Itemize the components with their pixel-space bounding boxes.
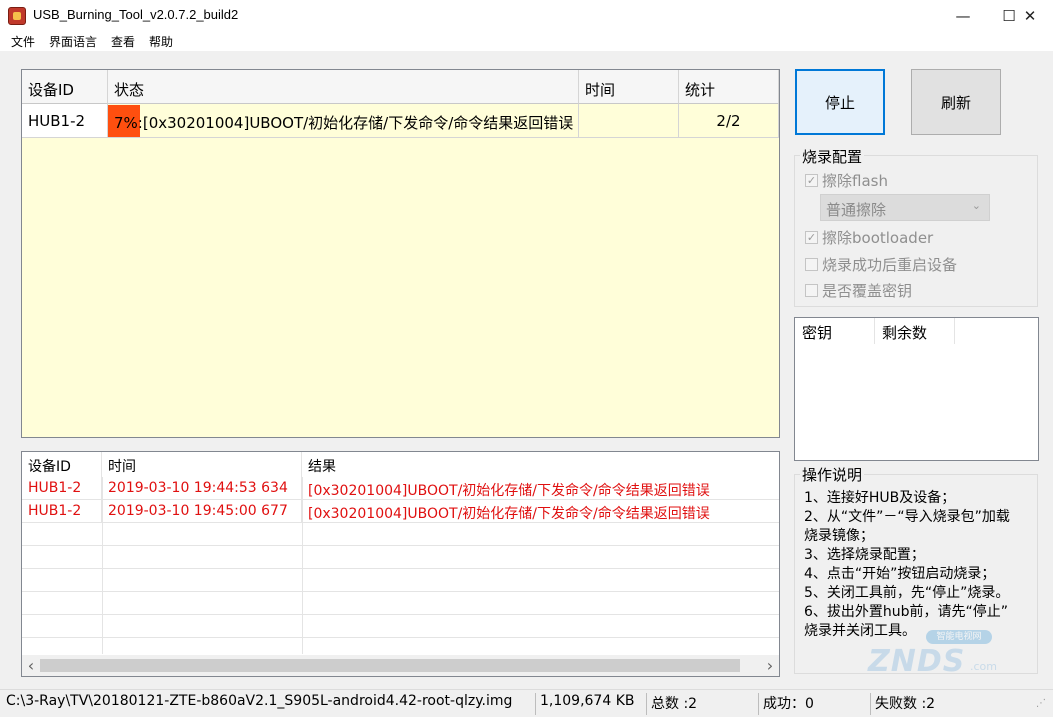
success-count: 成功：0	[763, 696, 814, 712]
checkbox-unchecked-icon	[805, 284, 818, 297]
watermark-logo: ZNDS	[868, 644, 966, 679]
horizontal-scrollbar[interactable]: ‹ ›	[22, 655, 779, 676]
burn-config-title: 烧录配置	[800, 146, 865, 167]
empty-row	[22, 615, 779, 638]
column-header-device-id[interactable]: 设备ID	[22, 70, 108, 104]
erase-flash-checkbox[interactable]: ✓ 擦除flash	[805, 170, 888, 191]
erase-flash-label: 擦除flash	[822, 172, 888, 190]
status-text: :[0x30201004]UBOOT/初始化存储/下发命令/命令结果返回错误	[137, 114, 574, 132]
key-column-header[interactable]: 密钥	[795, 318, 875, 344]
scroll-thumb[interactable]	[40, 659, 740, 672]
log-time: 2019-03-10 19:45:00 677	[102, 500, 302, 523]
instruction-line: 6、拔出外置hub前，请先“停止”	[804, 604, 1009, 620]
checkbox-checked-icon: ✓	[805, 174, 818, 187]
window-title: USB_Burning_Tool_v2.0.7.2_build2	[33, 7, 239, 22]
log-result: [0x30201004]UBOOT/初始化存储/下发命令/命令结果返回错误	[308, 506, 710, 522]
checkbox-unchecked-icon	[805, 258, 818, 271]
instructions-text: 1、连接好HUB及设备； 2、从“文件”－“导入烧录包”加载 烧录镜像； 3、选…	[804, 489, 1044, 641]
status-divider	[758, 693, 759, 715]
status-divider	[646, 693, 647, 715]
erase-bootloader-label: 擦除bootloader	[822, 229, 934, 247]
erase-bootloader-checkbox[interactable]: ✓ 擦除bootloader	[805, 227, 933, 248]
menu-help[interactable]: 帮助	[149, 33, 173, 50]
log-device-id: HUB1-2	[22, 477, 102, 500]
status-divider	[535, 693, 536, 715]
file-size: 1,109,674 KB	[540, 693, 635, 709]
log-time: 2019-03-10 19:44:53 634	[102, 477, 302, 500]
instruction-line: 4、点击“开始”按钮启动烧录；	[804, 566, 996, 582]
log-grid[interactable]: 设备ID 时间 结果 HUB1-2 2019-03-10 19:44:53 63…	[21, 451, 780, 677]
reboot-after-success-label: 烧录成功后重启设备	[822, 256, 958, 274]
total-count: 总数 :2	[651, 696, 698, 712]
log-header-result[interactable]: 结果	[302, 452, 779, 477]
device-grid[interactable]: 设备ID 状态 时间 统计 HUB1-2 7%:[0x30201004]UBOO…	[21, 69, 780, 438]
erase-mode-select[interactable]: 普通擦除 ⌄	[820, 194, 990, 221]
minimize-icon: —	[955, 7, 971, 25]
empty-row	[22, 546, 779, 569]
overwrite-key-checkbox[interactable]: 是否覆盖密钥	[805, 280, 912, 301]
instruction-line: 2、从“文件”－“导入烧录包”加载	[804, 509, 1010, 525]
log-result: [0x30201004]UBOOT/初始化存储/下发命令/命令结果返回错误	[308, 483, 710, 499]
column-header-stats[interactable]: 统计	[679, 70, 779, 104]
app-icon	[8, 7, 26, 25]
time-cell[interactable]	[579, 104, 679, 138]
overwrite-key-label: 是否覆盖密钥	[822, 282, 913, 300]
close-button[interactable]: ✕	[1007, 0, 1053, 32]
empty-row	[22, 569, 779, 592]
watermark-top: 智能电视网	[926, 630, 992, 644]
log-header-time[interactable]: 时间	[102, 452, 302, 477]
instruction-line: 3、选择烧录配置；	[804, 547, 925, 563]
log-header-device-id[interactable]: 设备ID	[22, 452, 102, 477]
instruction-line: 5、关闭工具前，先“停止”烧录。	[804, 585, 1010, 601]
resize-grip-icon[interactable]: ⋰	[1036, 698, 1050, 712]
menu-bar: 文件 界面语言 查看 帮助	[0, 32, 1053, 51]
title-bar: USB_Burning_Tool_v2.0.7.2_build2 — ☐ ✕	[0, 0, 1053, 32]
stop-button[interactable]: 停止	[795, 69, 885, 135]
close-icon: ✕	[1023, 7, 1037, 25]
status-cell[interactable]: 7%:[0x30201004]UBOOT/初始化存储/下发命令/命令结果返回错误	[108, 104, 579, 138]
empty-row	[22, 592, 779, 615]
progress-text: 7%	[114, 114, 138, 132]
menu-language[interactable]: 界面语言	[49, 33, 97, 50]
log-row[interactable]: HUB1-2 2019-03-10 19:44:53 634 [0x302010…	[22, 477, 779, 500]
menu-file[interactable]: 文件	[11, 33, 35, 50]
instructions-title: 操作说明	[800, 464, 865, 485]
chevron-down-icon: ⌄	[971, 199, 981, 212]
instruction-line: 烧录镜像；	[804, 528, 874, 544]
refresh-button[interactable]: 刷新	[911, 69, 1001, 135]
znds-watermark: 智能电视网 ZNDS .com	[848, 630, 1038, 680]
erase-mode-value: 普通擦除	[826, 201, 887, 219]
scroll-right-icon[interactable]: ›	[761, 655, 779, 676]
failed-count: 失败数 :2	[875, 696, 936, 712]
watermark-suffix: .com	[970, 660, 997, 673]
menu-view[interactable]: 查看	[111, 33, 135, 50]
stats-cell[interactable]: 2/2	[679, 104, 779, 138]
scroll-left-icon[interactable]: ‹	[22, 655, 40, 676]
log-device-id: HUB1-2	[22, 500, 102, 523]
column-header-status[interactable]: 状态	[108, 70, 579, 104]
key-list[interactable]: 密钥 剩余数	[794, 317, 1039, 461]
instruction-line: 1、连接好HUB及设备；	[804, 490, 956, 506]
status-divider	[870, 693, 871, 715]
checkbox-checked-icon: ✓	[805, 231, 818, 244]
log-row[interactable]: HUB1-2 2019-03-10 19:45:00 677 [0x302010…	[22, 500, 779, 523]
column-header-time[interactable]: 时间	[579, 70, 679, 104]
device-id-cell[interactable]: HUB1-2	[22, 104, 108, 138]
minimize-button[interactable]: —	[940, 0, 986, 32]
reboot-after-success-checkbox[interactable]: 烧录成功后重启设备	[805, 254, 957, 275]
empty-row	[22, 523, 779, 546]
image-path: C:\3-Ray\TV\20180121-ZTE-b860aV2.1_S905L…	[6, 693, 513, 709]
status-bar: C:\3-Ray\TV\20180121-ZTE-b860aV2.1_S905L…	[0, 689, 1053, 717]
remaining-column-header[interactable]: 剩余数	[875, 318, 955, 344]
